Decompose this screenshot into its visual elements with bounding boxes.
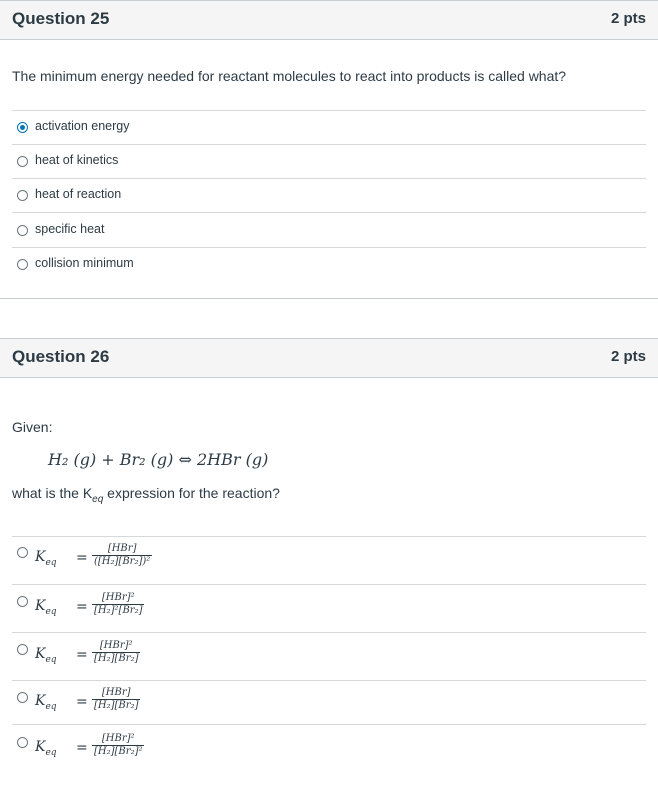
prompt-text: what is the K [12, 485, 93, 501]
fraction-numerator: [HBr]² [92, 592, 145, 605]
question-text: The minimum energy needed for reactant m… [12, 68, 567, 84]
fraction-numerator: [HBr] [92, 543, 153, 556]
question-title: Question 25 [12, 9, 110, 28]
fraction-denominator: [H₂][Br₂] [94, 653, 139, 664]
answer-option[interactable]: Keq = [HBr]² [H₂][Br₂] [12, 633, 646, 681]
given-label: Given: [12, 419, 53, 435]
radio-button[interactable] [17, 692, 28, 703]
answer-label: heat of reaction [35, 187, 122, 201]
equals-sign: = [76, 647, 88, 663]
equals-sign: = [76, 694, 88, 710]
radio-button-selected[interactable] [17, 122, 28, 133]
keq-label: Keq [35, 549, 57, 568]
radio-button[interactable] [17, 596, 28, 607]
answer-option[interactable]: heat of kinetics [12, 145, 646, 179]
answer-option[interactable]: Keq = [HBr]² [H₂]²[Br₂] [12, 585, 646, 633]
answer-option[interactable]: heat of reaction [12, 179, 646, 213]
equals-sign: = [76, 740, 88, 756]
radio-button[interactable] [17, 225, 28, 236]
question-points: 2 pts [610, 348, 646, 365]
prompt-subscript: eq [92, 493, 104, 505]
keq-fraction: [HBr]² [H₂]²[Br₂] [92, 592, 145, 617]
radio-button[interactable] [17, 190, 28, 201]
fraction-denominator: [H₂][Br₂]² [94, 746, 143, 757]
fraction-numerator: [HBr] [92, 687, 141, 700]
keq-label: Keq [35, 598, 57, 617]
question-text: what is the Keq expression for the react… [12, 485, 280, 505]
fraction-numerator: [HBr]² [92, 640, 141, 653]
equals-sign: = [76, 550, 88, 566]
question-25-header: Question 25 2 pts [0, 0, 658, 40]
answer-list: Keq = [HBr] ([H₂][Br₂])² Keq = [HBr]² [H… [12, 536, 646, 773]
answer-option[interactable]: Keq = [HBr] ([H₂][Br₂])² [12, 537, 646, 585]
radio-button[interactable] [17, 644, 28, 655]
radio-button[interactable] [17, 737, 28, 748]
answer-label: activation energy [35, 119, 130, 133]
keq-fraction: [HBr]² [H₂][Br₂] [92, 640, 141, 665]
answer-option[interactable]: Keq = [HBr]² [H₂][Br₂]² [12, 725, 646, 773]
prompt-text-end: expression for the reaction? [103, 485, 280, 501]
radio-button[interactable] [17, 547, 28, 558]
question-26-header: Question 26 2 pts [0, 338, 658, 378]
answer-label: specific heat [35, 222, 105, 236]
radio-button[interactable] [17, 156, 28, 167]
keq-label: Keq [35, 646, 57, 665]
answer-label: collision minimum [35, 256, 134, 270]
answer-option[interactable]: specific heat [12, 213, 646, 248]
answer-option[interactable]: collision minimum [12, 248, 646, 282]
question-points: 2 pts [610, 10, 646, 27]
keq-label: Keq [35, 693, 57, 712]
question-title: Question 26 [12, 347, 110, 366]
fraction-denominator: [H₂][Br₂] [94, 700, 139, 711]
answer-option[interactable]: Keq = [HBr] [H₂][Br₂] [12, 681, 646, 725]
keq-fraction: [HBr] [H₂][Br₂] [92, 687, 141, 712]
question-divider [0, 298, 658, 299]
fraction-denominator: ([H₂][Br₂])² [94, 556, 151, 567]
keq-fraction: [HBr] ([H₂][Br₂])² [92, 543, 153, 568]
equals-sign: = [76, 599, 88, 615]
answer-option[interactable]: activation energy [12, 111, 646, 145]
keq-label: Keq [35, 739, 57, 758]
chemical-equation: H₂ (g) + Br₂ (g) ⇔ 2HBr (g) [48, 450, 269, 469]
keq-fraction: [HBr]² [H₂][Br₂]² [92, 733, 145, 758]
radio-button[interactable] [17, 259, 28, 270]
fraction-denominator: [H₂]²[Br₂] [94, 605, 143, 616]
answer-list: activation energy heat of kinetics heat … [12, 110, 646, 282]
answer-label: heat of kinetics [35, 153, 119, 167]
fraction-numerator: [HBr]² [92, 733, 145, 746]
